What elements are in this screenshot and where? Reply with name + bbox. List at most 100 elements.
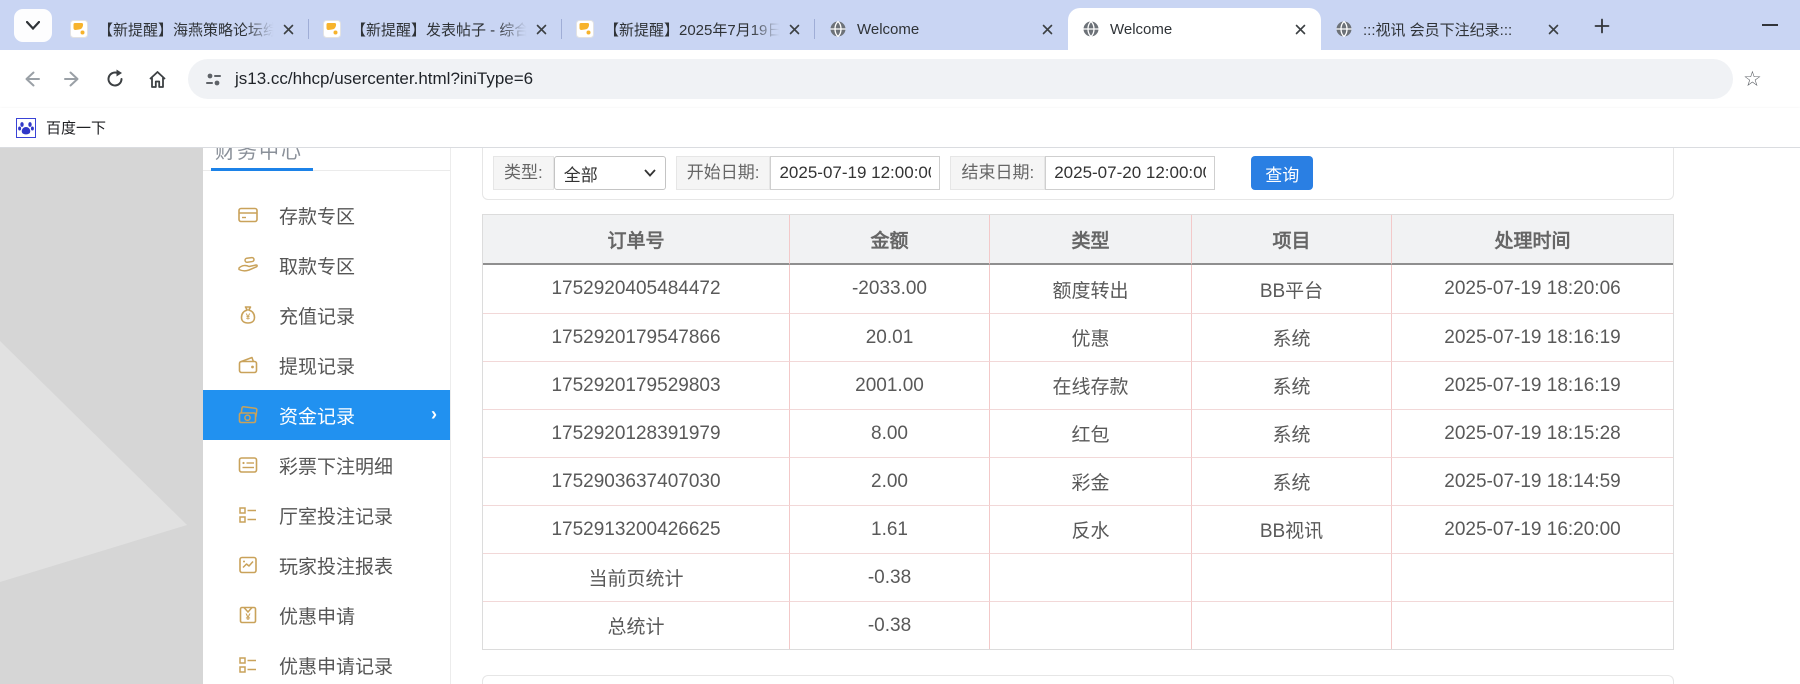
address-bar[interactable]: js13.cc/hhcp/usercenter.html?iniType=6 [188,59,1733,99]
close-icon[interactable] [783,18,805,40]
sidebar-item-label: 优惠申请 [279,602,355,629]
forward-arrow-icon [63,69,83,89]
summary-label-cell: 当前页统计 [483,553,789,601]
order-id-cell: 1752920405484472 [483,265,789,313]
amount-cell: 1.61 [789,505,989,553]
column-header-type: 类型 [989,215,1191,265]
sidebar-item-fund-records[interactable]: 资金记录 › [203,390,451,440]
start-date-label: 开始日期: [676,156,771,190]
tab-forum-3[interactable]: 【新提醒】2025年7月19日 [562,8,815,50]
filter-panel: 类型: 全部 开始日期: 结束日期: 查询 [482,148,1674,200]
table-row: 1752920179529803 2001.00 在线存款 系统 2025-07… [483,361,1673,409]
sidebar-item-promo-apply-records[interactable]: 优惠申请记录 [203,640,451,684]
forum-favicon [323,20,341,38]
sidebar-item-player-bet-report[interactable]: 玩家投注报表 [203,540,451,590]
type-select-value: 全部 [564,161,598,186]
close-icon[interactable] [1036,18,1058,40]
sidebar-menu: 存款专区 取款专区 ¥ 充值记录 提现记录 资金记录 › [203,190,451,684]
reload-button[interactable] [98,62,132,96]
forum-favicon [70,20,88,38]
site-settings-icon [204,70,223,89]
url-text[interactable]: js13.cc/hhcp/usercenter.html?iniType=6 [235,69,533,89]
sidebar-item-label: 厅室投注记录 [279,502,393,529]
project-cell: 系统 [1191,457,1391,505]
chevron-down-icon [644,169,656,177]
tab-forum-1[interactable]: 【新提醒】海燕策略论坛综 [56,8,309,50]
back-button[interactable] [14,62,48,96]
bookmark-star-icon[interactable]: ☆ [1743,67,1762,92]
forward-button[interactable] [56,62,90,96]
process-time-cell: 2025-07-19 16:20:00 [1391,505,1673,553]
type-cell: 优惠 [989,313,1191,361]
project-cell: 系统 [1191,409,1391,457]
browser-toolbar: js13.cc/hhcp/usercenter.html?iniType=6 ☆ [0,50,1800,108]
project-cell: 系统 [1191,361,1391,409]
table-row: 1752903637407030 2.00 彩金 系统 2025-07-19 1… [483,457,1673,505]
baidu-paw-icon [16,118,36,138]
amount-cell: -2033.00 [789,265,989,313]
project-cell [1191,601,1391,649]
sidebar-item-room-bet-records[interactable]: 厅室投注记录 [203,490,451,540]
sidebar-item-withdrawal-records[interactable]: 提现记录 [203,340,451,390]
project-cell [1191,553,1391,601]
summary-row-current-page: 当前页统计 -0.38 [483,553,1673,601]
bookmark-baidu[interactable]: 百度一下 [16,117,106,138]
globe-icon [1082,20,1100,38]
new-tab-button[interactable] [1588,12,1616,40]
process-time-cell: 2025-07-19 18:14:59 [1391,457,1673,505]
table-row: 1752920179547866 20.01 优惠 系统 2025-07-19 … [483,313,1673,361]
home-icon [147,69,168,90]
amount-cell: -0.38 [789,601,989,649]
table-header-row: 订单号 金额 类型 项目 处理时间 [483,215,1673,265]
end-date-input[interactable] [1045,156,1215,190]
table-row: 1752913200426625 1.61 反水 BB视讯 2025-07-19… [483,505,1673,553]
close-icon[interactable] [1542,18,1564,40]
amount-cell: 2001.00 [789,361,989,409]
project-cell: BB平台 [1191,265,1391,313]
tab-strip: 【新提醒】海燕策略论坛综 【新提醒】发表帖子 - 综合 【新提醒】2025年7月… [0,0,1800,50]
query-button[interactable]: 查询 [1251,156,1313,190]
close-icon[interactable] [1289,18,1311,40]
sidebar: 财务中心 存款专区 取款专区 ¥ 充值记录 提现记录 [203,148,451,684]
globe-icon [829,20,847,38]
tab-welcome-active[interactable]: Welcome [1068,8,1321,50]
close-icon[interactable] [530,18,552,40]
type-cell: 额度转出 [989,265,1191,313]
minimize-button[interactable] [1762,24,1778,26]
chart-report-icon [237,554,259,576]
sidebar-item-deposit-zone[interactable]: 存款专区 [203,190,451,240]
column-header-project: 项目 [1191,215,1391,265]
project-cell: 系统 [1191,313,1391,361]
sidebar-header-title: 财务中心 [215,148,303,164]
type-cell: 反水 [989,505,1191,553]
end-date-label: 结束日期: [950,156,1045,190]
tab-video-records[interactable]: :::视讯 会员下注纪录::: [1321,8,1574,50]
column-header-amount: 金额 [789,215,989,265]
tab-title: Welcome [857,21,1036,38]
sidebar-item-withdraw-zone[interactable]: 取款专区 [203,240,451,290]
home-button[interactable] [140,62,174,96]
list-squares-icon [237,654,259,676]
amount-cell: 8.00 [789,409,989,457]
tab-forum-2[interactable]: 【新提醒】发表帖子 - 综合 [309,8,562,50]
wallet-icon [237,354,259,376]
banknotes-icon [237,404,259,426]
type-select[interactable]: 全部 [554,156,666,190]
browser-window: 【新提醒】海燕策略论坛综 【新提醒】发表帖子 - 综合 【新提醒】2025年7月… [0,0,1800,684]
order-id-cell: 1752920128391979 [483,409,789,457]
amount-cell: -0.38 [789,553,989,601]
sidebar-item-lottery-bet-details[interactable]: 彩票下注明细 [203,440,451,490]
sidebar-item-label: 优惠申请记录 [279,652,393,679]
close-icon[interactable] [277,18,299,40]
sidebar-item-recharge-records[interactable]: ¥ 充值记录 [203,290,451,340]
sidebar-item-promo-apply[interactable]: ¥ 优惠申请 [203,590,451,640]
tab-search-button[interactable] [14,9,52,42]
svg-text:¥: ¥ [245,612,250,622]
tab-title: :::视讯 会员下注纪录::: [1363,19,1542,40]
tab-welcome-1[interactable]: Welcome [815,8,1068,50]
bookmark-label: 百度一下 [46,117,106,138]
start-date-input[interactable] [770,156,940,190]
process-time-cell: 2025-07-19 18:20:06 [1391,265,1673,313]
type-cell [989,553,1191,601]
moneybag-icon: ¥ [237,304,259,326]
